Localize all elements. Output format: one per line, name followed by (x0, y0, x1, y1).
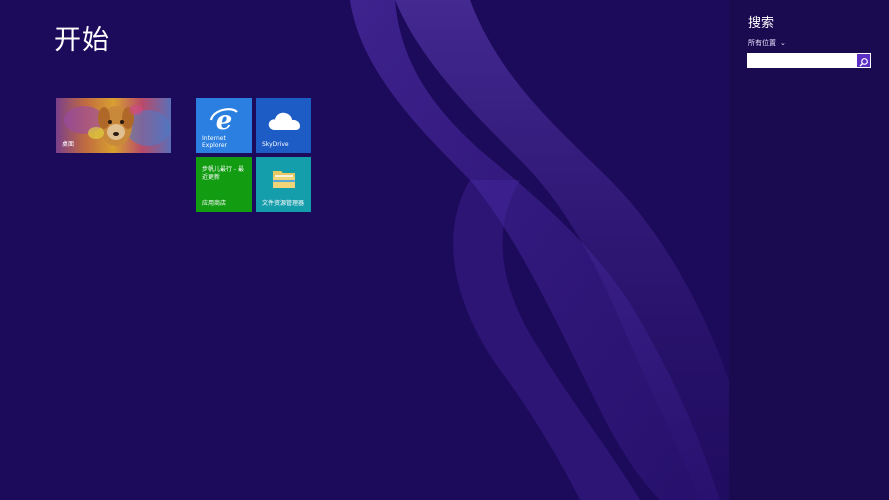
tile-store[interactable]: 步帆儿最行 - 最近更新 应用商店 (196, 157, 252, 212)
search-input[interactable] (747, 53, 855, 68)
search-scope-label: 所有位置 (748, 39, 776, 47)
tile-desktop[interactable]: 桌面 (56, 98, 171, 153)
tile-internet-explorer[interactable]: e Internet Explorer (196, 98, 252, 153)
store-live-text: 步帆儿最行 - 最近更新 (202, 166, 244, 181)
ie-label-line1: Internet (202, 135, 226, 142)
tile-skydrive-label: SkyDrive (262, 141, 289, 148)
search-scope-dropdown[interactable]: 所有位置 ⌄ (748, 38, 786, 48)
cloud-icon (268, 112, 300, 130)
tile-file-explorer-label: 文件资源管理器 (262, 200, 305, 207)
tile-internet-explorer-label: Internet Explorer (202, 135, 227, 149)
tile-desktop-label: 桌面 (62, 141, 75, 148)
search-box (747, 53, 871, 68)
search-charm-pane: 搜索 所有位置 ⌄ (729, 0, 889, 500)
search-icon (859, 58, 868, 67)
search-button[interactable] (857, 54, 870, 67)
tile-skydrive[interactable]: SkyDrive (256, 98, 311, 153)
tile-file-explorer[interactable]: 文件资源管理器 (256, 157, 311, 212)
internet-explorer-icon: e (209, 106, 238, 134)
chevron-down-icon: ⌄ (780, 39, 786, 47)
start-title: 开始 (54, 25, 110, 56)
search-pane-title: 搜索 (748, 16, 775, 31)
ie-label-line2: Explorer (202, 142, 227, 149)
folder-icon (273, 171, 295, 188)
tile-store-label: 应用商店 (202, 200, 227, 207)
